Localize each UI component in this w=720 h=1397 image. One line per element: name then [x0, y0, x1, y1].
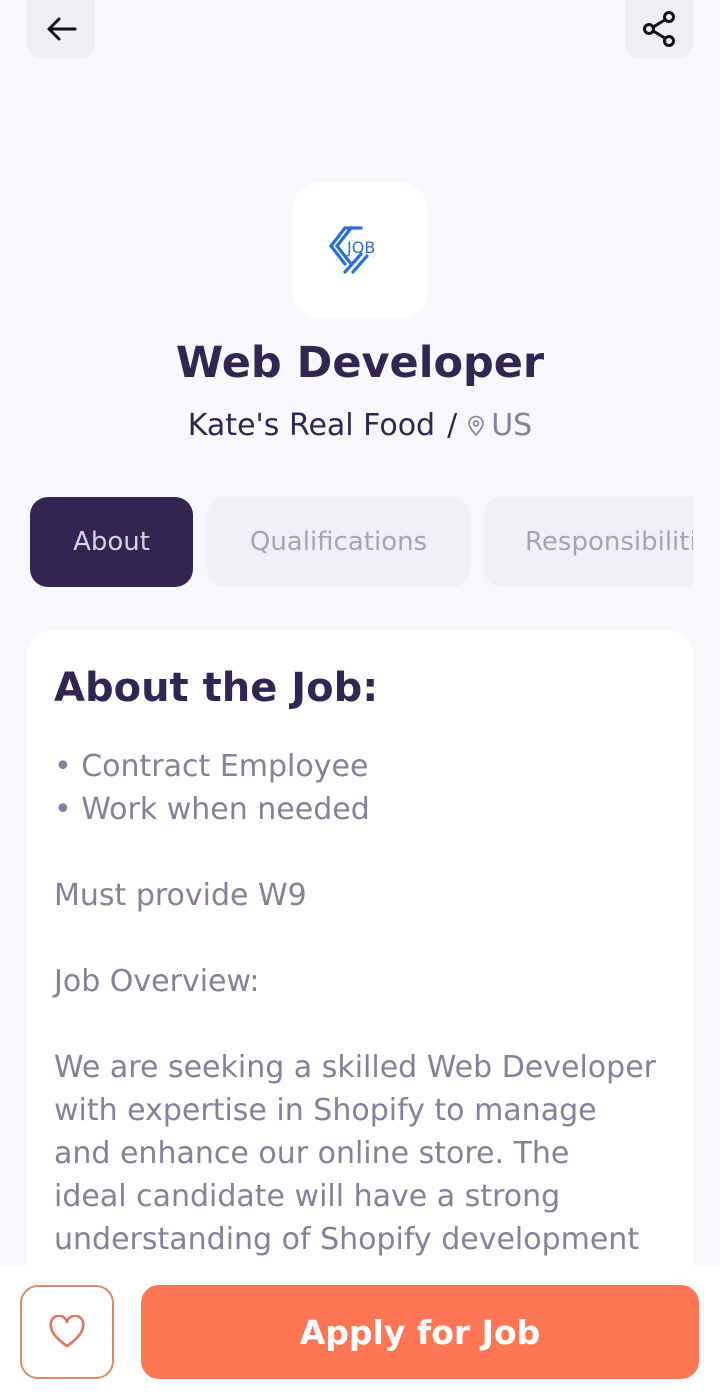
company-logo: JOB: [292, 182, 428, 318]
overview-line: with expertise in Shopify to manage: [54, 1093, 597, 1128]
company-name: Kate's Real Food: [187, 408, 436, 443]
separator: /: [447, 408, 458, 443]
about-heading: About the Job:: [54, 665, 379, 711]
overview-line: and enhance our online store. The: [54, 1136, 570, 1171]
about-body: • Contract Employee • Work when needed M…: [54, 745, 666, 1261]
heart-icon: [49, 1315, 85, 1348]
footer-bar: Apply for Job: [0, 1265, 720, 1397]
w9-line: Must provide W9: [54, 878, 307, 913]
tab-qualifications[interactable]: Qualifications: [207, 497, 470, 587]
overview-line: ideal candidate will have a strong: [54, 1179, 561, 1214]
overview-heading: Job Overview:: [54, 964, 260, 999]
tab-about[interactable]: About: [30, 497, 193, 587]
job-title: Web Developer: [175, 338, 545, 388]
share-button[interactable]: [625, 0, 693, 58]
tab-responsibilities[interactable]: Responsibilities: [484, 497, 693, 587]
logo-text: JOB: [346, 238, 375, 257]
tab-bar: About Qualifications Responsibilities: [30, 497, 693, 587]
arrow-left-icon: [47, 17, 77, 41]
bullet-item: • Work when needed: [54, 792, 370, 827]
favorite-button[interactable]: [20, 1285, 114, 1379]
bullet-item: • Contract Employee: [54, 749, 369, 784]
overview-line: We are seeking a skilled Web Developer: [54, 1050, 656, 1085]
apply-button[interactable]: Apply for Job: [141, 1285, 699, 1379]
job-subtitle: Kate's Real Food / US: [0, 408, 720, 443]
job-logo-icon: JOB: [328, 226, 375, 274]
overview-line: understanding of Shopify development: [54, 1222, 640, 1257]
share-icon: [643, 11, 675, 47]
location-pin-icon: [468, 415, 485, 436]
job-location: US: [491, 408, 533, 443]
back-button[interactable]: [27, 0, 95, 58]
